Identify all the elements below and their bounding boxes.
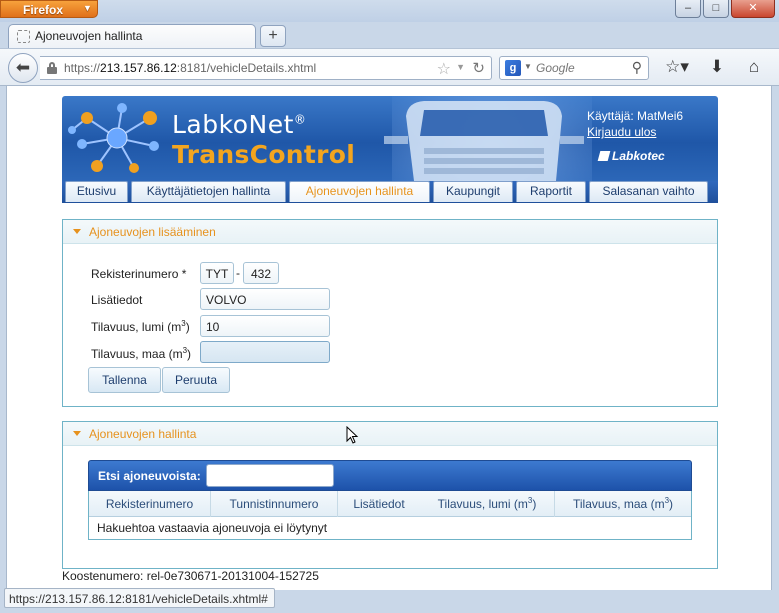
save-button[interactable]: Tallenna: [88, 367, 161, 393]
menu-item-kayttajatietojen-hallinta[interactable]: Käyttäjätietojen hallinta: [131, 181, 286, 202]
registration-prefix-input[interactable]: TYT: [200, 262, 234, 284]
vehicles-table: Rekisterinumero Tunnistinnumero Lisätied…: [88, 491, 692, 540]
column-header-tunnistinnumero[interactable]: Tunnistinnumero: [211, 491, 338, 517]
current-user-label: Käyttäjä: MatMei6: [587, 109, 684, 123]
lock-icon: [47, 62, 57, 74]
registration-separator: -: [236, 266, 240, 280]
collapse-triangle-icon: [73, 229, 81, 234]
registration-number-input[interactable]: 432: [243, 262, 279, 284]
download-icon[interactable]: ⬇: [706, 57, 728, 77]
vehicle-search-label: Etsi ajoneuvoista:: [98, 469, 201, 483]
volume-ground-label-text: Tilavuus, maa (m: [91, 347, 183, 361]
menu-item-etusivu[interactable]: Etusivu: [65, 181, 128, 202]
column-header-tilavuus-lumi-close: ): [532, 497, 537, 511]
minimize-button[interactable]: –: [675, 0, 701, 18]
menu-item-salasanan-vaihto[interactable]: Salasanan vaihto: [589, 181, 708, 202]
main-menu: Etusivu Käyttäjätietojen hallinta Ajoneu…: [62, 181, 718, 203]
mouse-cursor-icon: [346, 426, 359, 444]
column-header-rekisterinumero[interactable]: Rekisterinumero: [89, 491, 211, 517]
menu-item-ajoneuvojen-hallinta[interactable]: Ajoneuvojen hallinta: [289, 181, 430, 202]
page-favicon-icon: [17, 30, 30, 43]
status-bar: https://213.157.86.12:8181/vehicleDetail…: [4, 588, 275, 608]
close-button[interactable]: ✕: [731, 0, 775, 18]
empty-results-message: Hakuehtoa vastaavia ajoneuvoja ei löytyn…: [97, 521, 328, 535]
chevron-down-icon: ▼: [83, 3, 92, 13]
back-button[interactable]: ⬅: [8, 53, 38, 83]
logout-link[interactable]: Kirjaudu ulos: [587, 124, 683, 140]
column-header-tilavuus-maa[interactable]: Tilavuus, maa (m3): [555, 491, 691, 517]
vehicle-search-input[interactable]: [206, 464, 334, 487]
manage-vehicles-panel: Ajoneuvojen hallinta Etsi ajoneuvoista: …: [62, 421, 718, 569]
search-bar[interactable]: g ▼ Google ⚲: [499, 56, 649, 80]
firefox-menu-label: Firefox: [23, 3, 64, 17]
arrow-left-icon: ⬅: [15, 58, 31, 77]
registered-mark: ®: [293, 112, 307, 127]
additional-info-input[interactable]: VOLVO: [200, 288, 330, 310]
additional-info-label: Lisätiedot: [91, 293, 143, 307]
brand-name-text: LabkoNet: [172, 110, 294, 139]
user-info: Käyttäjä: MatMei6 Kirjaudu ulos: [587, 108, 683, 140]
tab-title: Ajoneuvojen hallinta: [35, 29, 143, 43]
column-header-lisatiedot[interactable]: Lisätiedot: [338, 491, 420, 517]
window-bottom-edge: [0, 608, 779, 613]
volume-snow-unit-close: ): [185, 320, 190, 334]
volume-snow-label: Tilavuus, lumi (m3): [91, 319, 190, 334]
new-tab-button[interactable]: +: [260, 25, 286, 47]
labkotec-logo: Labkotec: [597, 149, 665, 163]
bookmarks-menu-icon[interactable]: ☆▾: [661, 57, 693, 77]
cancel-button[interactable]: Peruuta: [162, 367, 230, 393]
tab-ajoneuvojen-hallinta[interactable]: Ajoneuvojen hallinta: [8, 24, 256, 48]
manage-vehicles-panel-title: Ajoneuvojen hallinta: [89, 427, 197, 441]
url-path: :8181/vehicleDetails.xhtml: [176, 61, 317, 75]
search-placeholder: Google: [536, 61, 575, 75]
volume-ground-input[interactable]: [200, 341, 330, 363]
build-number: Koostenumero: rel-0e730671-20131004-1527…: [62, 569, 319, 583]
header-banner: LabkoNet® TransControl Käyttäjä: MatMei6…: [62, 96, 718, 181]
column-header-tilavuus-lumi[interactable]: Tilavuus, lumi (m3): [420, 491, 555, 517]
column-header-tilavuus-maa-close: ): [669, 497, 674, 511]
home-icon[interactable]: ⌂: [743, 57, 765, 77]
navigation-toolbar: ⬅ https://213.157.86.12:8181/vehicleDeta…: [0, 48, 779, 86]
search-icon[interactable]: ⚲: [632, 59, 642, 76]
tab-strip: Ajoneuvojen hallinta +: [0, 22, 779, 48]
brand-name: LabkoNet®: [172, 110, 306, 139]
page-viewport: LabkoNet® TransControl Käyttäjä: MatMei6…: [6, 86, 772, 590]
brand-product: TransControl: [172, 140, 356, 169]
firefox-menu-button[interactable]: Firefox ▼: [0, 0, 98, 18]
vehicle-search-header: Etsi ajoneuvoista:: [88, 460, 692, 491]
url-bar[interactable]: https://213.157.86.12:8181/vehicleDetail…: [40, 56, 492, 80]
window-controls: – □ ✕: [675, 0, 775, 18]
menu-item-kaupungit[interactable]: Kaupungit: [433, 181, 513, 202]
molecule-logo-icon: [68, 103, 159, 173]
window-titlebar: Firefox ▼ – □ ✕: [0, 0, 779, 22]
add-vehicle-panel: Ajoneuvojen lisääminen Rekisterinumero *…: [62, 219, 718, 407]
engine-dropdown-icon[interactable]: ▼: [524, 62, 532, 71]
truck-image: [384, 101, 584, 181]
volume-snow-label-text: Tilavuus, lumi (m: [91, 320, 182, 334]
menu-item-raportit[interactable]: Raportit: [516, 181, 586, 202]
reload-icon[interactable]: ↻: [472, 59, 485, 77]
table-header: Rekisterinumero Tunnistinnumero Lisätied…: [89, 491, 691, 517]
url-prefix: https://: [64, 61, 101, 75]
labkotec-logo-text: Labkotec: [612, 149, 665, 163]
add-vehicle-panel-title: Ajoneuvojen lisääminen: [89, 225, 216, 239]
add-vehicle-panel-header[interactable]: Ajoneuvojen lisääminen: [63, 220, 717, 244]
registration-label: Rekisterinumero *: [91, 267, 187, 281]
maximize-button[interactable]: □: [703, 0, 729, 18]
history-dropdown-icon[interactable]: ▼: [456, 62, 465, 72]
bookmark-star-icon[interactable]: ☆: [437, 59, 451, 79]
column-header-tilavuus-lumi-text: Tilavuus, lumi (m: [437, 497, 528, 511]
volume-ground-unit-close: ): [187, 347, 192, 361]
url-host: 213.157.86.12: [100, 61, 177, 75]
manage-vehicles-panel-header[interactable]: Ajoneuvojen hallinta: [63, 422, 717, 446]
google-engine-icon[interactable]: g: [505, 60, 521, 76]
column-header-tilavuus-maa-text: Tilavuus, maa (m: [572, 497, 665, 511]
volume-ground-label: Tilavuus, maa (m3): [91, 346, 191, 361]
collapse-triangle-icon: [73, 431, 81, 436]
volume-snow-input[interactable]: 10: [200, 315, 330, 337]
